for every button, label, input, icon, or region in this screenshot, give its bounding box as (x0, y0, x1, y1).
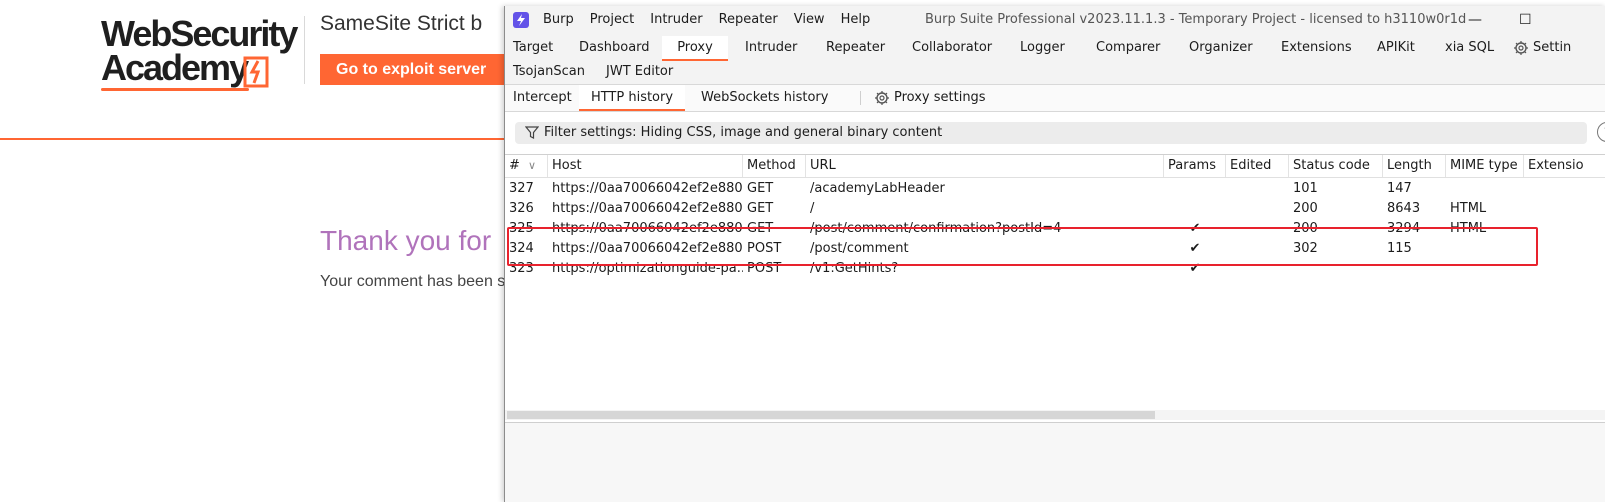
tab-target[interactable]: Target (508, 36, 558, 60)
menu-burp[interactable]: Burp (543, 6, 574, 34)
col-header-method[interactable]: Method (743, 155, 806, 177)
filter-settings-text: Filter settings: Hiding CSS, image and g… (544, 125, 943, 140)
academy-logo[interactable]: WebSecurity Academy (101, 12, 301, 92)
tab-proxy[interactable]: Proxy (662, 36, 728, 60)
horizontal-scrollbar-thumb[interactable] (507, 411, 1155, 419)
tab-xia-sql[interactable]: xia SQL (1440, 36, 1499, 60)
tab-jwt-editor[interactable]: JWT Editor (601, 60, 678, 84)
col-header-edited[interactable]: Edited (1226, 155, 1289, 177)
col-header-params[interactable]: Params (1164, 155, 1226, 177)
cell-params (1164, 179, 1226, 199)
help-icon[interactable]: ? (1597, 122, 1605, 142)
cell-length: 147 (1387, 181, 1412, 196)
menu-view[interactable]: View (794, 6, 825, 34)
proxy-settings-gear-icon (875, 91, 889, 105)
lightning-bolt-icon (243, 56, 269, 88)
comment-confirmation-text: Your comment has been s (320, 273, 506, 290)
cell-url: / (810, 201, 815, 216)
subtab-websockets-history[interactable]: WebSockets history (696, 85, 833, 111)
tab-collaborator[interactable]: Collaborator (907, 36, 997, 60)
main-tab-bar: Target Dashboard Proxy Intruder Repeater… (505, 34, 1605, 85)
table-row[interactable]: 327 https://0aa70066042ef2e880... GET /a… (505, 179, 1605, 199)
col-header-extension[interactable]: Extensio (1524, 155, 1605, 177)
menu-project[interactable]: Project (590, 6, 634, 34)
gear-icon (1514, 41, 1528, 55)
subtab-intercept[interactable]: Intercept (508, 85, 577, 111)
subtab-http-history[interactable]: HTTP history (579, 85, 685, 111)
cell-mime: HTML (1450, 201, 1487, 216)
menu-help[interactable]: Help (841, 6, 871, 34)
sort-descending-icon: ∨ (528, 159, 537, 172)
header-divider (304, 16, 305, 84)
logo-text-line2: Academy (101, 47, 249, 88)
tab-dashboard[interactable]: Dashboard (574, 36, 655, 60)
cell-host: https://0aa70066042ef2e880... (552, 201, 743, 216)
window-title: Burp Suite Professional v2023.11.1.3 - T… (925, 12, 1467, 27)
cell-status: 200 (1293, 201, 1318, 216)
maximize-button[interactable]: ☐ (1519, 6, 1532, 34)
proxy-settings-button[interactable]: Proxy settings (894, 85, 986, 111)
col-header-number-label: # (509, 158, 520, 173)
cell-length: 8643 (1387, 201, 1421, 216)
thank-you-heading: Thank you for (320, 225, 492, 256)
tab-settings[interactable]: Settin (1533, 36, 1571, 60)
col-header-url[interactable]: URL (806, 155, 1164, 177)
tab-extensions[interactable]: Extensions (1276, 36, 1357, 60)
cell-number: 327 (509, 181, 534, 196)
col-header-number[interactable]: # ∨ (505, 155, 548, 177)
table-row[interactable]: 326 https://0aa70066042ef2e880... GET / … (505, 199, 1605, 219)
title-bar: Burp Project Intruder Repeater View Help… (505, 6, 1605, 34)
burp-app-icon (513, 12, 529, 28)
table-header: # ∨ Host Method URL Params Edited Status… (505, 155, 1605, 178)
cell-extension (1524, 179, 1605, 199)
tab-apikit[interactable]: APIKit (1372, 36, 1420, 60)
col-header-status-code[interactable]: Status code (1289, 155, 1383, 177)
tab-intruder[interactable]: Intruder (740, 36, 802, 60)
cell-edited (1226, 199, 1289, 219)
tab-repeater[interactable]: Repeater (821, 36, 890, 60)
proxy-sub-tab-bar: Intercept HTTP history WebSockets histor… (505, 85, 1605, 112)
cell-host: https://0aa70066042ef2e880... (552, 181, 743, 196)
menu-bar: Burp Project Intruder Repeater View Help (543, 6, 886, 34)
cell-url: /academyLabHeader (810, 181, 945, 196)
header-rule (0, 138, 510, 140)
logo-swoosh (101, 88, 249, 91)
col-header-length[interactable]: Length (1383, 155, 1446, 177)
col-header-mime-type[interactable]: MIME type (1446, 155, 1524, 177)
tab-organizer[interactable]: Organizer (1184, 36, 1258, 60)
tab-tsojanscan[interactable]: TsojanScan (508, 60, 590, 84)
cell-edited (1226, 179, 1289, 199)
filter-icon (525, 126, 539, 139)
cell-status: 101 (1293, 181, 1318, 196)
cell-mime (1446, 179, 1524, 199)
cell-number: 326 (509, 201, 534, 216)
exploit-server-button[interactable]: Go to exploit server (320, 54, 506, 85)
cell-method: GET (747, 181, 774, 196)
filter-bar[interactable]: Filter settings: Hiding CSS, image and g… (515, 122, 1587, 144)
request-response-pane (505, 422, 1605, 502)
menu-repeater[interactable]: Repeater (719, 6, 778, 34)
red-highlight-box (507, 227, 1538, 266)
subtab-separator (860, 91, 861, 105)
tab-logger[interactable]: Logger (1015, 36, 1070, 60)
minimize-button[interactable]: — (1468, 6, 1482, 34)
http-history-table: # ∨ Host Method URL Params Edited Status… (505, 154, 1605, 412)
subtab-http-history-underline (579, 109, 685, 111)
menu-intruder[interactable]: Intruder (650, 6, 702, 34)
cell-extension (1524, 199, 1605, 219)
burp-suite-window: Burp Project Intruder Repeater View Help… (504, 6, 1605, 502)
cell-params (1164, 199, 1226, 219)
tab-comparer[interactable]: Comparer (1091, 36, 1165, 60)
col-header-host[interactable]: Host (548, 155, 743, 177)
lab-title: SameSite Strict b (320, 12, 483, 35)
cell-method: GET (747, 201, 774, 216)
